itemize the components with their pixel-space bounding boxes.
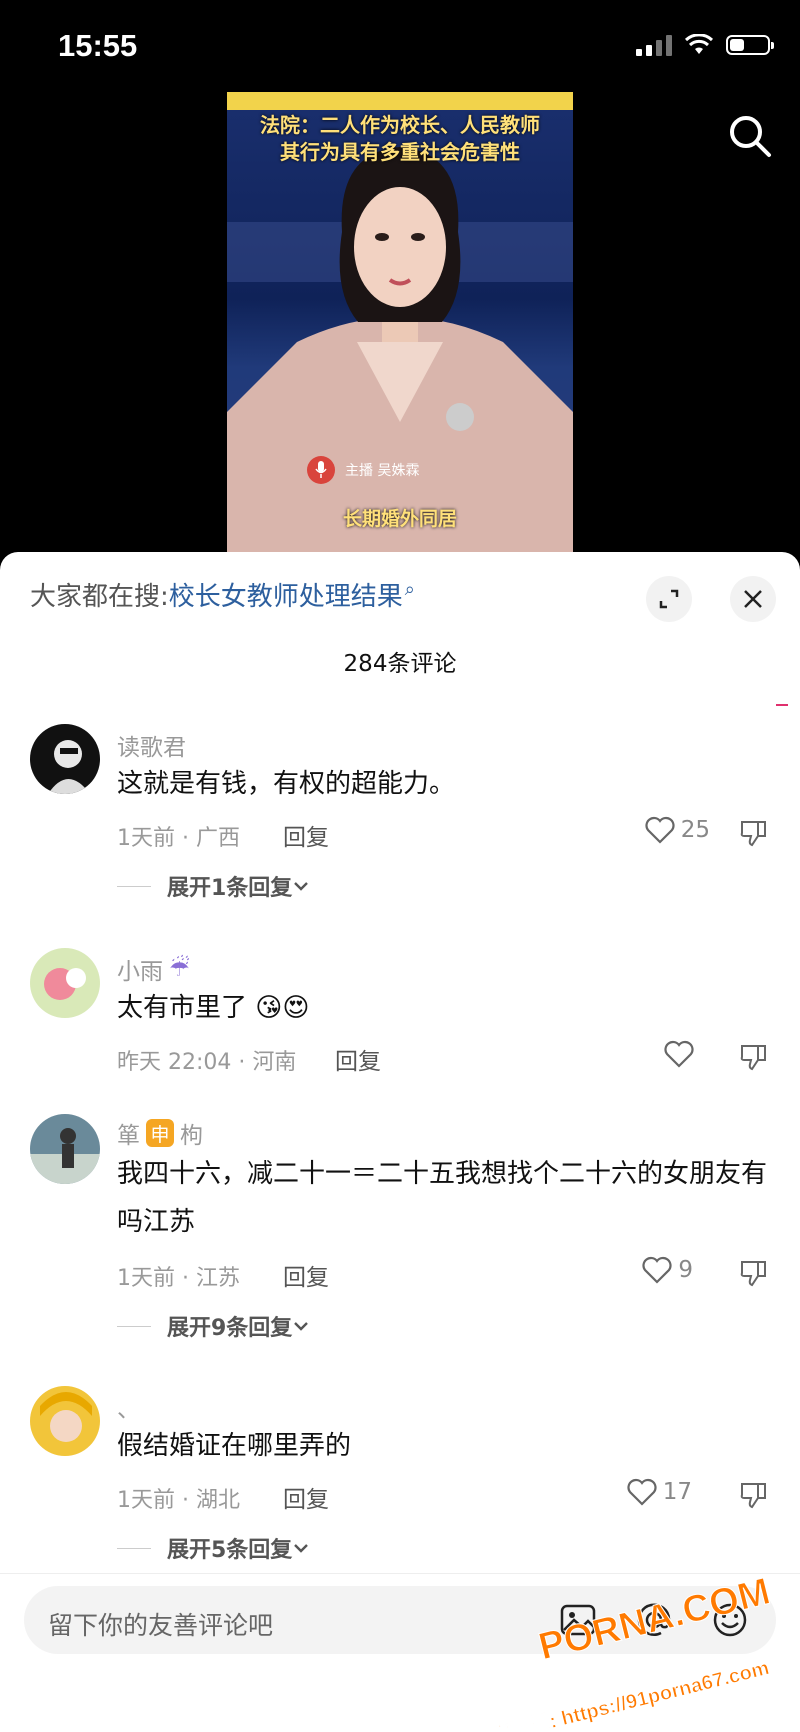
expand-button[interactable]: [646, 576, 692, 622]
comment-input[interactable]: 留下你的友善评论吧: [24, 1586, 776, 1654]
chevron-down-icon: [294, 1544, 309, 1553]
close-icon: [744, 590, 762, 608]
suggestion-prefix: 大家都在搜:: [30, 582, 169, 612]
username-text: 小雨: [117, 959, 163, 985]
heart-icon: [627, 1478, 657, 1506]
comment-text: 假结婚证在哪里弄的: [117, 1431, 352, 1461]
anchor-name: 主播 吴姝霖: [345, 463, 420, 479]
avatar[interactable]: [30, 1386, 100, 1456]
comment-text: 这就是有钱，有权的超能力。: [117, 769, 456, 799]
like-count: 17: [662, 1479, 692, 1505]
video-player[interactable]: 法院：二人作为校长、人民教师 其行为具有多重社会危害性 主播 吴姝霖 长期婚外同…: [227, 92, 573, 552]
umbrella-icon: ☔: [169, 956, 190, 982]
status-icons: [636, 34, 774, 56]
status-time: 15:55: [58, 28, 138, 63]
dislike-icon[interactable]: [738, 1042, 768, 1072]
comment-text: 太有市里了 😘😍: [117, 984, 777, 1032]
avatar[interactable]: [30, 724, 100, 794]
comment-username[interactable]: 读歌君: [117, 728, 186, 762]
like-count: 25: [680, 817, 710, 843]
chevron-down-icon: [294, 882, 309, 891]
at-mention-icon[interactable]: [634, 1600, 674, 1640]
emoji-picker-icon[interactable]: [710, 1600, 750, 1640]
expand-replies[interactable]: 展开1条回复: [117, 870, 310, 902]
reply-button[interactable]: 回复: [283, 818, 329, 852]
video-headline-line1: 法院：二人作为校长、人民教师: [260, 113, 540, 137]
battery-icon: [726, 35, 774, 55]
comment-meta: 1天前 · 广西: [117, 826, 240, 851]
dislike-icon[interactable]: [738, 1258, 768, 1288]
comment-meta: 1天前 · 江苏: [117, 1266, 240, 1291]
username-text: 箪: [117, 1123, 140, 1149]
reply-button[interactable]: 回复: [335, 1042, 381, 1076]
scroll-indicator: [776, 704, 788, 706]
comment-username[interactable]: 小雨 ☔: [117, 952, 190, 986]
comment-text: 我四十六，减二十一＝二十五我想找个二十六的女朋友有吗江苏: [117, 1159, 768, 1237]
avatar[interactable]: [30, 1114, 100, 1184]
small-search-icon: ⌕: [404, 579, 415, 600]
like-button[interactable]: [664, 1040, 700, 1068]
comment-count: 284条评论: [343, 651, 457, 677]
chevron-down-icon: [294, 1322, 309, 1331]
comment-username[interactable]: 、: [117, 1390, 140, 1424]
expand-replies[interactable]: 展开9条回复: [117, 1310, 310, 1342]
comment-meta: 昨天 22:04 · 河南: [117, 1050, 297, 1075]
comment-username[interactable]: 箪 申 枸: [117, 1116, 203, 1150]
dislike-icon[interactable]: [738, 1480, 768, 1510]
expand-replies-label: 展开1条回复: [167, 876, 293, 901]
comment-meta: 1天前 · 湖北: [117, 1488, 240, 1513]
expand-icon: [659, 589, 679, 609]
expand-replies[interactable]: 展开5条回复: [117, 1532, 310, 1564]
username-text-suffix: 枸: [180, 1123, 203, 1149]
anchor-caption: 主播 吴姝霖: [307, 452, 419, 488]
reply-button[interactable]: 回复: [283, 1258, 329, 1292]
username-text: 读歌君: [117, 735, 186, 761]
comment-text-body: 太有市里了: [117, 993, 248, 1023]
heart-icon: [645, 816, 675, 844]
dislike-icon[interactable]: [738, 818, 768, 848]
wifi-icon: [684, 34, 714, 54]
video-subtitle: 长期婚外同居: [342, 508, 457, 530]
status-bar: 15:55: [0, 0, 800, 92]
video-area[interactable]: 法院：二人作为校长、人民教师 其行为具有多重社会危害性 主播 吴姝霖 长期婚外同…: [0, 92, 800, 552]
microphone-icon: [307, 456, 335, 484]
expand-replies-label: 展开5条回复: [167, 1538, 293, 1563]
comment-sheet: 大家都在搜: 校长女教师处理结果 ⌕ 284条评论 读歌君 这就是有钱，有权的超…: [0, 552, 800, 1731]
signal-icon: [636, 34, 672, 56]
username-badge: 申: [146, 1119, 174, 1147]
divider-line: [117, 1325, 151, 1327]
video-headline: 法院：二人作为校长、人民教师 其行为具有多重社会危害性: [227, 112, 573, 166]
close-button[interactable]: [730, 576, 776, 622]
username-text: 、: [117, 1397, 140, 1423]
suggestion-query[interactable]: 校长女教师处理结果: [169, 576, 403, 613]
divider-line: [117, 885, 151, 887]
video-headline-line2: 其行为具有多重社会危害性: [280, 140, 520, 164]
heart-icon: [642, 1256, 672, 1284]
image-icon[interactable]: [558, 1600, 598, 1640]
comment-input-bar: 留下你的友善评论吧: [0, 1573, 800, 1732]
comment-input-placeholder: 留下你的友善评论吧: [48, 1611, 274, 1640]
expand-replies-label: 展开9条回复: [167, 1316, 293, 1341]
like-button[interactable]: 9: [642, 1256, 693, 1284]
like-button[interactable]: 25: [645, 816, 710, 844]
like-button[interactable]: 17: [627, 1478, 692, 1506]
like-count: 9: [678, 1257, 693, 1283]
divider-line: [117, 1547, 151, 1549]
avatar[interactable]: [30, 948, 100, 1018]
emoji-icon: 😘😍: [255, 993, 310, 1023]
heart-icon: [664, 1040, 694, 1068]
search-icon[interactable]: [726, 112, 774, 160]
reply-button[interactable]: 回复: [283, 1480, 329, 1514]
search-suggestion[interactable]: 大家都在搜: 校长女教师处理结果 ⌕: [30, 576, 415, 613]
